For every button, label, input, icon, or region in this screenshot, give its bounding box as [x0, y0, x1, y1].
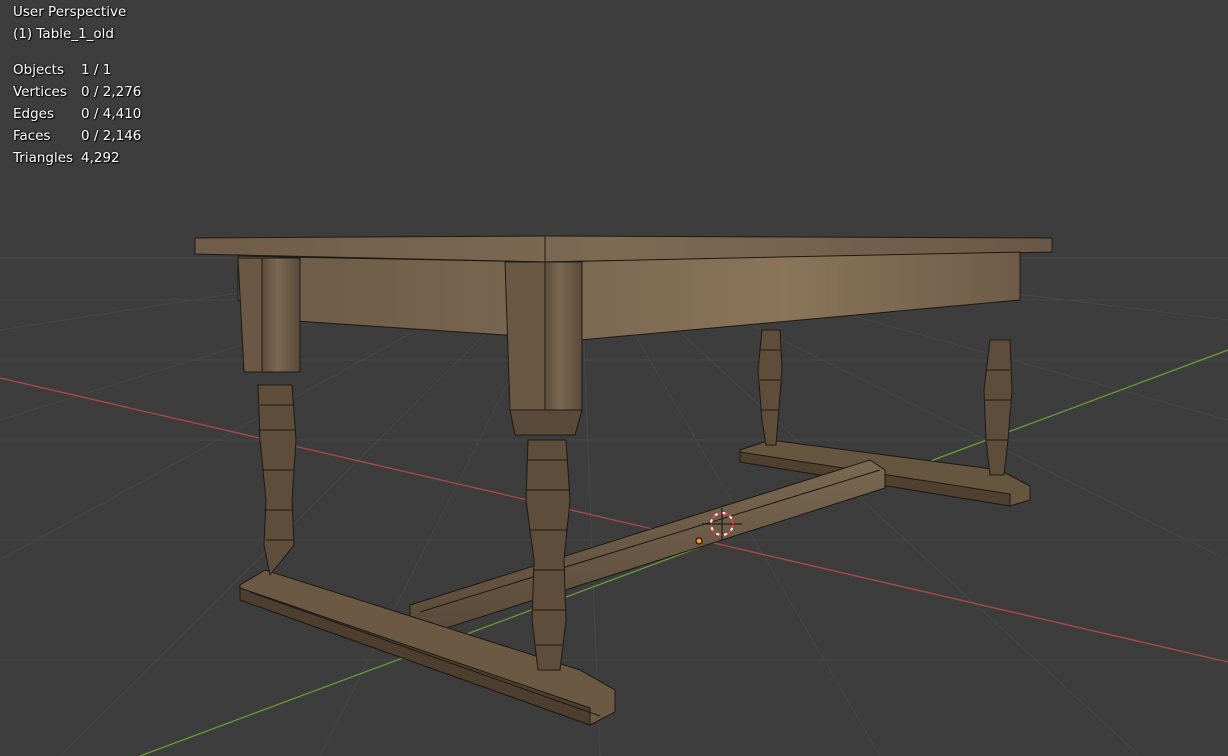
3d-viewport[interactable]: [0, 0, 1228, 756]
stat-triangles: Triangles 4,292: [13, 147, 141, 169]
stat-objects: Objects 1 / 1: [13, 59, 141, 81]
x-axis-line: [0, 377, 1228, 663]
back-leg-right: [983, 339, 1013, 476]
stat-vertices: Vertices 0 / 2,276: [13, 81, 141, 103]
stat-faces: Faces 0 / 2,146: [13, 125, 141, 147]
stat-label: Triangles: [13, 150, 74, 166]
stat-value: 0 / 4,410: [81, 106, 142, 122]
object-origin[interactable]: [695, 537, 703, 545]
stat-value: 0 / 2,146: [81, 128, 142, 144]
stat-edges: Edges 0 / 4,410: [13, 103, 141, 125]
front-leg-right: [504, 261, 583, 671]
center-stretcher: [409, 459, 886, 631]
scene-statistics: Objects 1 / 1 Vertices 0 / 2,276 Edges 0…: [13, 59, 141, 169]
view-name: User Perspective: [13, 4, 127, 20]
stat-value: 0 / 2,276: [81, 84, 142, 100]
apron: [237, 251, 1021, 341]
y-axis-line: [139, 349, 1228, 756]
front-leg-left: [237, 257, 301, 577]
stat-value: 1 / 1: [81, 62, 112, 78]
back-leg-left: [757, 329, 783, 446]
stat-label: Faces: [13, 128, 51, 144]
active-object-name: (1) Table_1_old: [13, 26, 114, 42]
stat-label: Edges: [13, 106, 55, 122]
stat-label: Vertices: [13, 84, 67, 100]
stat-label: Objects: [13, 62, 65, 78]
stat-value: 4,292: [81, 150, 120, 166]
table-mesh[interactable]: [194, 235, 1053, 726]
viewport-text-overlay: User Perspective (1) Table_1_old Objects…: [13, 1, 141, 169]
